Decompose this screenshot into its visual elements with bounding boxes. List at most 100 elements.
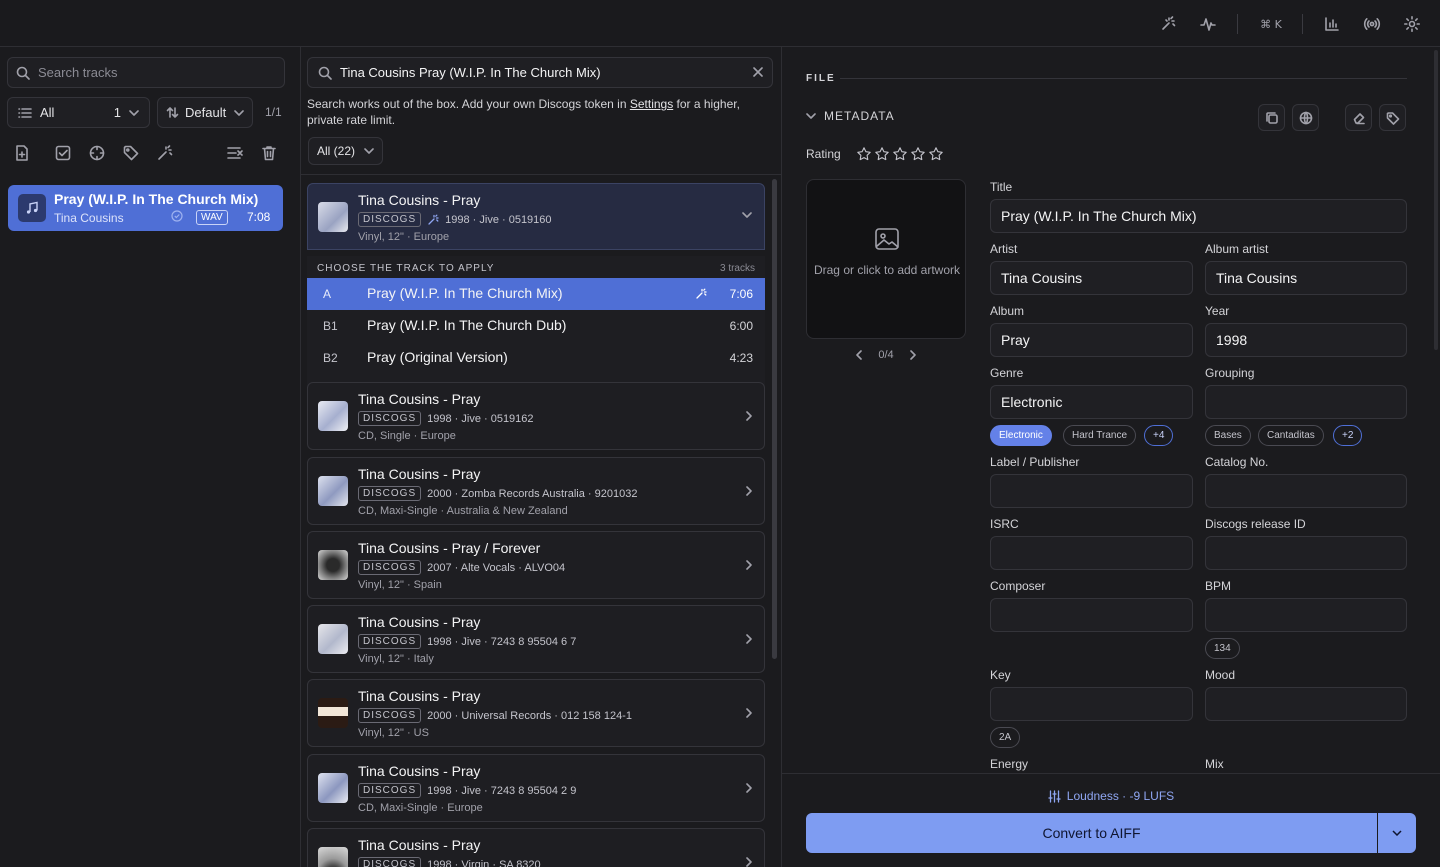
star-icon[interactable] bbox=[892, 146, 908, 162]
release-meta: 2000 · Universal Records · 012 158 124-1 bbox=[427, 709, 632, 722]
command-palette-shortcut[interactable]: ⌘ K bbox=[1258, 14, 1284, 34]
album-artist-field[interactable]: Tina Cousins bbox=[1205, 261, 1407, 295]
add-file-icon[interactable] bbox=[13, 144, 31, 162]
tag-icon[interactable] bbox=[122, 144, 140, 162]
key-field[interactable] bbox=[990, 687, 1193, 721]
chevron-right-icon[interactable] bbox=[909, 350, 916, 360]
isrc-field[interactable] bbox=[990, 536, 1193, 570]
track-duration: 7:06 bbox=[729, 287, 753, 301]
chevron-down-icon bbox=[129, 109, 139, 116]
library-panel: Search tracks All 1 Default 1/1 Pray (W.… bbox=[0, 47, 301, 867]
loudness-button[interactable]: Loudness · -9 LUFS bbox=[782, 789, 1440, 803]
artwork-count: 0/4 bbox=[878, 349, 894, 361]
loudness-label: Loudness · -9 LUFS bbox=[1066, 789, 1175, 803]
file-section-header: FILE bbox=[806, 73, 836, 84]
release-result[interactable]: Tina Cousins - Pray DISCOGS 1998 · Virgin… bbox=[307, 828, 765, 867]
grouping-field[interactable] bbox=[1205, 385, 1407, 419]
discogs-id-field[interactable] bbox=[1205, 536, 1407, 570]
metadata-section-toggle[interactable]: METADATA bbox=[806, 109, 895, 123]
settings-gear-icon[interactable] bbox=[1402, 14, 1422, 34]
mood-field[interactable] bbox=[1205, 687, 1407, 721]
genre-suggestion-chip[interactable]: Electronic bbox=[990, 425, 1052, 446]
star-icon[interactable] bbox=[928, 146, 944, 162]
stats-chart-icon[interactable] bbox=[1322, 14, 1342, 34]
release-cover bbox=[318, 550, 348, 580]
bpm-field[interactable] bbox=[1205, 598, 1407, 632]
globe-lookup-icon[interactable] bbox=[88, 144, 106, 162]
release-title: Tina Cousins - Pray bbox=[358, 192, 481, 208]
convert-button[interactable]: Convert to AIFF bbox=[806, 813, 1377, 853]
chevron-left-icon[interactable] bbox=[856, 350, 863, 360]
grouping-suggestion-chip[interactable]: Cantaditas bbox=[1258, 425, 1324, 446]
clear-list-icon[interactable] bbox=[226, 144, 244, 162]
scrollbar[interactable] bbox=[1434, 50, 1438, 350]
results-filter-dropdown[interactable]: All (22) bbox=[308, 137, 383, 165]
composer-field[interactable] bbox=[990, 598, 1193, 632]
sort-dropdown[interactable]: Default bbox=[157, 97, 253, 128]
release-result[interactable]: Tina Cousins - Pray / Forever DISCOGS 200… bbox=[307, 531, 765, 599]
artwork-dropzone[interactable]: Drag or click to add artwork bbox=[806, 179, 966, 339]
track-list-item[interactable]: Pray (W.I.P. In The Church Mix) Tina Cou… bbox=[8, 185, 283, 231]
scrollbar[interactable] bbox=[772, 179, 777, 659]
auto-tag-icon[interactable] bbox=[1158, 14, 1178, 34]
discogs-note: Search works out of the box. Add your ow… bbox=[307, 96, 777, 128]
release-cover bbox=[318, 476, 348, 506]
tracklist-row[interactable]: A Pray (W.I.P. In The Church Mix) 7:06 bbox=[307, 278, 765, 310]
auto-tag-icon[interactable] bbox=[156, 144, 174, 162]
release-result[interactable]: Tina Cousins - Pray DISCOGS 1998 · Jive ·… bbox=[307, 754, 765, 822]
tag-button[interactable] bbox=[1379, 104, 1406, 131]
bpm-suggestion-chip[interactable]: 134 bbox=[1205, 638, 1240, 659]
mix-label: Mix bbox=[1205, 757, 1224, 771]
rating-stars[interactable] bbox=[856, 146, 944, 162]
convert-options-button[interactable] bbox=[1378, 813, 1416, 853]
tracklist-row[interactable]: B2 Pray (Original Version) 4:23 bbox=[307, 342, 765, 374]
chevron-right-icon bbox=[746, 783, 752, 793]
album-field[interactable]: Pray bbox=[990, 323, 1193, 357]
copy-button[interactable] bbox=[1258, 104, 1285, 131]
waveform-icon[interactable] bbox=[1198, 14, 1218, 34]
track-artist: Tina Cousins bbox=[54, 211, 124, 225]
release-result-expanded[interactable]: Tina Cousins - Pray DISCOGS 1998 · Jive … bbox=[307, 183, 765, 250]
label-publisher-field[interactable] bbox=[990, 474, 1193, 508]
release-result[interactable]: Tina Cousins - Pray DISCOGS 1998 · Jive ·… bbox=[307, 382, 765, 450]
clear-tags-button[interactable] bbox=[1345, 104, 1372, 131]
release-result[interactable]: Tina Cousins - Pray DISCOGS 2000 · Univer… bbox=[307, 679, 765, 747]
track-position: B1 bbox=[323, 319, 338, 333]
sliders-icon bbox=[1048, 789, 1061, 803]
key-suggestion-chip[interactable]: 2A bbox=[990, 727, 1021, 748]
genre-suggestion-chip[interactable]: Hard Trance bbox=[1063, 425, 1137, 446]
top-bar: ⌘ K bbox=[0, 0, 1440, 47]
catalog-field[interactable] bbox=[1205, 474, 1407, 508]
web-lookup-button[interactable] bbox=[1292, 104, 1319, 131]
year-field[interactable]: 1998 bbox=[1205, 323, 1407, 357]
release-result[interactable]: Tina Cousins - Pray DISCOGS 1998 · Jive ·… bbox=[307, 605, 765, 673]
star-icon[interactable] bbox=[910, 146, 926, 162]
release-format: Vinyl, 12" · Italy bbox=[358, 653, 434, 665]
tag-icon bbox=[1386, 111, 1399, 125]
artist-field[interactable]: Tina Cousins bbox=[990, 261, 1193, 295]
tracklist-row[interactable]: B1 Pray (W.I.P. In The Church Dub) 6:00 bbox=[307, 310, 765, 342]
release-result[interactable]: Tina Cousins - Pray DISCOGS 2000 · Zomba … bbox=[307, 457, 765, 525]
lookup-search-input[interactable]: Tina Cousins Pray (W.I.P. In The Church … bbox=[307, 57, 773, 88]
lookup-panel: Tina Cousins Pray (W.I.P. In The Church … bbox=[301, 47, 782, 867]
broadcast-icon[interactable] bbox=[1362, 14, 1382, 34]
star-icon[interactable] bbox=[874, 146, 890, 162]
grouping-suggestion-chip[interactable]: Bases bbox=[1205, 425, 1251, 446]
close-icon[interactable] bbox=[752, 66, 764, 78]
track-name: Pray (W.I.P. In The Church Mix) bbox=[367, 285, 563, 301]
metadata-header: METADATA bbox=[824, 109, 895, 123]
more-groupings-chip[interactable]: +2 bbox=[1333, 425, 1363, 446]
chevron-down-icon[interactable] bbox=[742, 212, 752, 218]
library-filter-dropdown[interactable]: All 1 bbox=[7, 97, 150, 128]
select-all-icon[interactable] bbox=[54, 144, 72, 162]
trash-icon[interactable] bbox=[260, 144, 278, 162]
track-search-input[interactable]: Search tracks bbox=[7, 57, 285, 88]
title-field[interactable]: Pray (W.I.P. In The Church Mix) bbox=[990, 199, 1407, 233]
genre-field[interactable]: Electronic bbox=[990, 385, 1193, 419]
star-icon[interactable] bbox=[856, 146, 872, 162]
settings-link[interactable]: Settings bbox=[630, 97, 673, 111]
release-title: Tina Cousins - Pray bbox=[358, 763, 481, 779]
more-genres-chip[interactable]: +4 bbox=[1144, 425, 1174, 446]
image-icon bbox=[875, 228, 899, 250]
chevron-right-icon bbox=[746, 560, 752, 570]
